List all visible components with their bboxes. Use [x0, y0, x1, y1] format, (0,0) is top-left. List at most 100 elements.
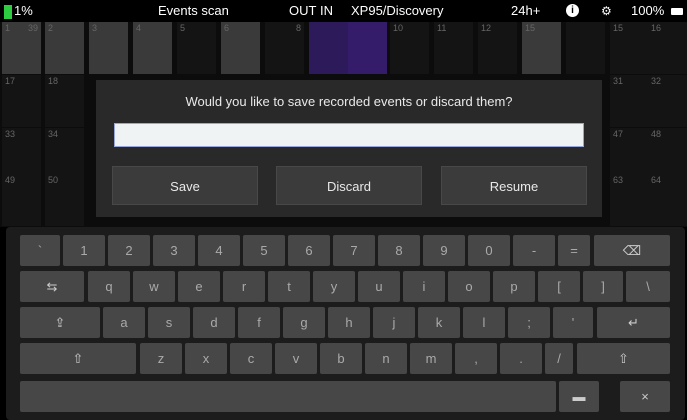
key-m[interactable]: m — [410, 343, 452, 374]
grid-cell[interactable]: 48 — [648, 128, 687, 180]
grid-cell[interactable]: 16 — [648, 22, 687, 74]
key-g[interactable]: g — [283, 307, 325, 338]
close-icon[interactable]: × — [620, 381, 670, 412]
key-d[interactable]: d — [193, 307, 235, 338]
key-o[interactable]: o — [448, 271, 490, 302]
key-e[interactable]: e — [178, 271, 220, 302]
key-f[interactable]: f — [238, 307, 280, 338]
enter-key[interactable]: ↵ — [597, 307, 670, 338]
key-4[interactable]: 4 — [198, 235, 240, 266]
space-bar[interactable] — [20, 381, 556, 412]
battery-percent-right: 100% — [631, 3, 665, 18]
key-l[interactable]: l — [463, 307, 505, 338]
key-minus[interactable]: - — [513, 235, 555, 266]
key-y[interactable]: y — [313, 271, 355, 302]
key-w[interactable]: w — [133, 271, 175, 302]
key-z[interactable]: z — [140, 343, 182, 374]
time-range: 24h+ — [511, 3, 541, 18]
grid-cell[interactable]: 1 39 — [2, 22, 41, 74]
battery-low-icon — [4, 5, 12, 19]
key-semicolon[interactable]: ; — [508, 307, 550, 338]
grid-cell[interactable]: 47 — [610, 128, 649, 180]
tab-key[interactable]: ⇆ — [20, 271, 84, 302]
key-left-bracket[interactable]: [ — [538, 271, 580, 302]
key-h[interactable]: h — [328, 307, 370, 338]
key-8[interactable]: 8 — [378, 235, 420, 266]
discard-button[interactable]: Discard — [276, 166, 422, 205]
grid-cell[interactable]: 17 — [2, 75, 41, 127]
screen-title: Events scan — [158, 3, 229, 18]
key-i[interactable]: i — [403, 271, 445, 302]
grid-cell[interactable]: 63 — [610, 174, 649, 226]
key-3[interactable]: 3 — [153, 235, 195, 266]
info-icon[interactable]: i — [566, 4, 579, 17]
key-right-bracket[interactable]: ] — [583, 271, 623, 302]
battery-full-icon — [671, 8, 683, 15]
event-name-input[interactable] — [114, 123, 584, 147]
key-0[interactable]: 0 — [468, 235, 510, 266]
key-a[interactable]: a — [103, 307, 145, 338]
key-r[interactable]: r — [223, 271, 265, 302]
key-x[interactable]: x — [185, 343, 227, 374]
key-2[interactable]: 2 — [108, 235, 150, 266]
grid-cell[interactable]: 31 — [610, 75, 649, 127]
caps-lock-key[interactable]: ⇪ — [20, 307, 100, 338]
device-name: XP95/Discovery — [351, 3, 444, 18]
battery-percent-left: 1% — [14, 3, 33, 18]
grid-cell[interactable] — [348, 22, 387, 74]
grid-cell[interactable]: 32 — [648, 75, 687, 127]
key-9[interactable]: 9 — [423, 235, 465, 266]
grid-cell[interactable]: 18 — [45, 75, 84, 127]
grid-cell[interactable]: 15 — [610, 22, 649, 74]
shift-left-key[interactable]: ⇧ — [20, 343, 136, 374]
key-p[interactable]: p — [493, 271, 535, 302]
grid-cell[interactable]: 3 — [89, 22, 128, 74]
backspace-key[interactable]: ⌫ — [594, 235, 670, 266]
key-period[interactable]: . — [500, 343, 542, 374]
key-b[interactable]: b — [320, 343, 362, 374]
grid-cell[interactable]: 12 — [478, 22, 517, 74]
key-t[interactable]: t — [268, 271, 310, 302]
on-screen-keyboard: ` 1 2 3 4 5 6 7 8 9 0 - = ⌫ ⇆ q w e r t … — [6, 227, 685, 420]
key-1[interactable]: 1 — [63, 235, 105, 266]
grid-cell[interactable]: 64 — [648, 174, 687, 226]
resume-button[interactable]: Resume — [441, 166, 587, 205]
grid-cell[interactable]: 34 — [45, 128, 84, 180]
key-k[interactable]: k — [418, 307, 460, 338]
grid-cell[interactable] — [566, 22, 605, 74]
key-comma[interactable]: , — [455, 343, 497, 374]
grid-cell[interactable]: 49 — [2, 174, 41, 226]
grid-cell[interactable]: 10 — [390, 22, 429, 74]
key-s[interactable]: s — [148, 307, 190, 338]
key-u[interactable]: u — [358, 271, 400, 302]
save-events-dialog: Would you like to save recorded events o… — [96, 80, 602, 217]
key-c[interactable]: c — [230, 343, 272, 374]
key-5[interactable]: 5 — [243, 235, 285, 266]
grid-cell[interactable]: 6 — [221, 22, 260, 74]
grid-cell[interactable]: 8 — [265, 22, 304, 74]
save-button[interactable]: Save — [112, 166, 258, 205]
grid-cell[interactable]: 11 — [434, 22, 473, 74]
grid-cell[interactable] — [309, 22, 348, 74]
keyboard-hide-icon[interactable]: ▬ — [559, 381, 599, 412]
grid-cell[interactable]: 15 — [522, 22, 561, 74]
key-v[interactable]: v — [275, 343, 317, 374]
status-bar: 1% Events scan OUT IN XP95/Discovery 24h… — [0, 0, 687, 22]
key-backtick[interactable]: ` — [20, 235, 60, 266]
key-n[interactable]: n — [365, 343, 407, 374]
key-equals[interactable]: = — [558, 235, 590, 266]
gear-icon[interactable]: ⚙ — [601, 0, 612, 22]
grid-cell[interactable]: 33 — [2, 128, 41, 180]
key-quote[interactable]: ' — [553, 307, 593, 338]
key-7[interactable]: 7 — [333, 235, 375, 266]
shift-right-key[interactable]: ⇧ — [577, 343, 670, 374]
key-slash[interactable]: / — [545, 343, 573, 374]
grid-cell[interactable]: 4 — [133, 22, 172, 74]
key-6[interactable]: 6 — [288, 235, 330, 266]
key-backslash[interactable]: \ — [626, 271, 670, 302]
key-q[interactable]: q — [88, 271, 130, 302]
key-j[interactable]: j — [373, 307, 415, 338]
grid-cell[interactable]: 50 — [45, 174, 84, 226]
grid-cell[interactable]: 2 — [45, 22, 84, 74]
grid-cell[interactable]: 5 — [177, 22, 216, 74]
